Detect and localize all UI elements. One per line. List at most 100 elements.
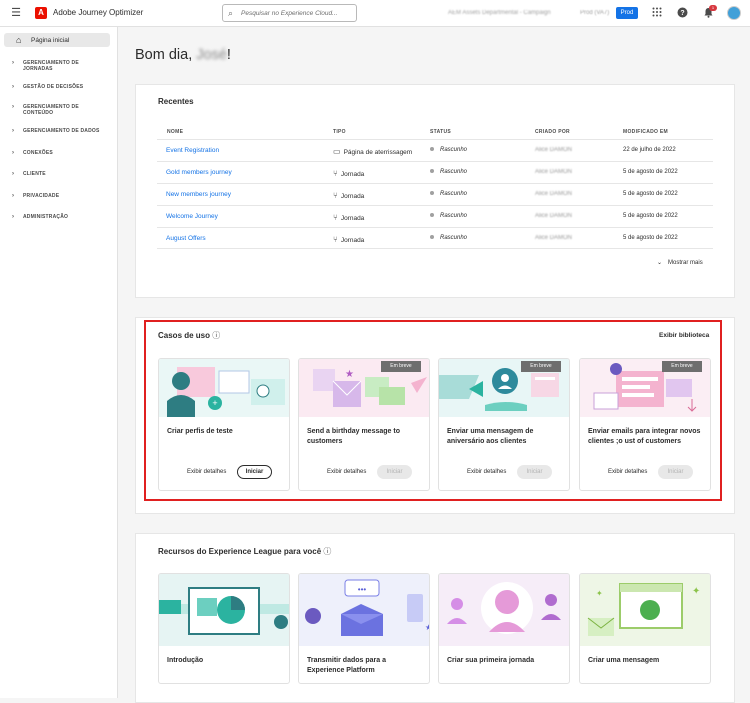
use-case-title: Enviar uma mensagem de aniversário aos c… [447,428,534,445]
greeting-suffix: ! [226,47,231,63]
svg-text:★: ★ [425,623,430,632]
search-input[interactable]: ⌕ Pesquisar no Experience Cloud... [222,4,357,22]
table-row[interactable]: August Offers ⑂ Jornada Rascunho Alice DA… [157,227,713,249]
greeting: Bom dia, José! [135,47,231,63]
view-details-link[interactable]: Exibir detalhes [187,469,226,475]
apps-grid-icon[interactable] [652,7,662,21]
resource-card[interactable]: ✦ ✦ Criar uma mensagem [579,573,711,684]
chevron-right-icon: › [12,150,15,156]
status-dot-icon [430,191,434,196]
item-type-label: Jornada [340,237,365,244]
item-modified: 5 de agosto de 2022 [623,235,678,241]
column-header-created-by[interactable]: CRIADO POR [535,129,570,135]
greeting-prefix: Bom dia, [135,47,197,63]
item-name-link[interactable]: Welcome Journey [166,213,218,220]
view-details-link[interactable]: Exibir detalhes [608,469,647,475]
use-cases-title: Casos de uso ⓘ [158,330,220,341]
app-title[interactable]: Adobe Journey Optimizer [53,8,143,17]
item-type: ▭ Página de aterrissagem [333,147,412,156]
item-type: ⑂ Jornada [333,191,364,200]
view-details-link[interactable]: Exibir detalhes [327,469,366,475]
coming-soon-badge: Em breve [662,361,702,372]
item-status: Rascunho [430,169,467,175]
resource-title: Introdução [167,657,204,664]
item-name-link[interactable]: Gold members journey [166,169,232,176]
item-status: Rascunho [430,147,467,153]
user-avatar[interactable] [727,6,741,20]
svg-text:+: + [212,398,217,408]
item-name-link[interactable]: August Offers [166,235,206,242]
user-name: José [196,47,227,63]
journey-icon: ⑂ [333,191,338,200]
chevron-right-icon: › [12,104,15,110]
item-modified: 5 de agosto de 2022 [623,191,678,197]
home-icon: ⌂ [16,35,22,45]
landing-page-icon: ▭ [333,147,341,156]
sidebar-item-home[interactable]: ⌂ Página inicial [4,33,110,47]
svg-text:✦: ✦ [596,589,603,598]
column-header-type[interactable]: TIPO [333,129,346,135]
use-case-card[interactable]: Em breve Enviar uma mensagem de aniversá… [438,358,570,491]
view-library-link[interactable]: Exibir biblioteca [659,332,709,339]
use-case-title: Criar perfis de teste [167,428,233,435]
resource-card[interactable]: ••• ★ Transmitir dados para a Experience … [298,573,430,684]
item-type: ⑂ Jornada [333,235,364,244]
info-icon[interactable]: ⓘ [212,331,220,340]
resource-illustration: ••• ★ [299,574,430,646]
item-status: Rascunho [430,213,467,219]
start-button[interactable]: Iniciar [237,465,272,479]
item-name-link[interactable]: Event Registration [166,147,219,154]
resource-card[interactable]: Criar sua primeira jornada [438,573,570,684]
svg-text:★: ★ [345,369,354,380]
coming-soon-badge: Em breve [381,361,421,372]
column-header-modified[interactable]: MODIFICADO EM [623,129,668,135]
sidebar-item-label: PRIVACIDADE [23,193,60,199]
view-details-link[interactable]: Exibir detalhes [467,469,506,475]
table-row[interactable]: New members journey ⑂ Jornada Rascunho Al… [157,183,713,205]
item-type-label: Jornada [340,171,365,178]
use-case-title: Send a birthday message to customers [307,428,400,445]
search-placeholder: Pesquisar no Experience Cloud... [241,10,338,17]
item-status-label: Rascunho [440,169,468,175]
chevron-right-icon: › [12,171,15,177]
item-name-link[interactable]: New members journey [166,191,231,198]
sidebar-item-label: GERENCIAMENTO DE JORNADAS [23,60,79,72]
table-row[interactable]: Event Registration ▭ Página de aterrissag… [157,139,713,161]
info-icon[interactable]: ⓘ [323,547,331,556]
table-row[interactable]: Gold members journey ⑂ Jornada Rascunho A… [157,161,713,183]
resource-illustration [159,574,289,646]
search-icon: ⌕ [228,8,234,18]
menu-icon[interactable]: ☰ [8,6,24,21]
env-badge[interactable]: Prod [616,7,638,19]
start-button[interactable]: Iniciar [658,465,693,479]
item-created-by: Alice DAMON [535,147,573,153]
resource-title: Transmitir dados para a Experience Platf… [307,657,386,674]
use-case-title: Enviar emails para integrar novos client… [588,428,701,445]
table-row[interactable]: Welcome Journey ⑂ Jornada Rascunho Alice … [157,205,713,227]
column-header-status[interactable]: STATUS [430,129,451,135]
column-header-name[interactable]: NOME [167,129,183,135]
item-modified: 5 de agosto de 2022 [623,213,678,219]
help-icon[interactable]: ? [677,7,688,22]
item-type-label: Jornada [340,193,365,200]
coming-soon-badge: Em breve [521,361,561,372]
use-case-card[interactable]: + Criar perfis de teste Exibir detalhes … [158,358,290,491]
show-more-button[interactable]: ⌄ Mostrar mais [657,259,703,266]
use-case-card[interactable]: Em breve Enviar emails para integrar nov… [579,358,711,491]
sidebar-item-label: GERENCIAMENTO DE DADOS [23,128,100,134]
item-type-label: Página de aterrissagem [343,149,413,156]
use-case-card[interactable]: ★ Em breve Send a birthday message to cu… [298,358,430,491]
item-status: Rascunho [430,235,467,241]
start-button[interactable]: Iniciar [377,465,412,479]
org-switcher[interactable]: AEM Assets Departmental - Campaign [448,10,551,16]
svg-text:?: ? [680,10,684,17]
start-button[interactable]: Iniciar [517,465,552,479]
chevron-right-icon: › [12,214,15,220]
show-more-label: Mostrar mais [668,260,703,266]
resource-illustration [439,574,569,646]
resource-card[interactable]: Introdução [158,573,290,684]
use-case-illustration: + [159,359,289,417]
item-status-label: Rascunho [440,147,468,153]
resources-title-text: Recursos do Experience League para você [158,547,322,556]
adobe-logo[interactable]: A [35,7,47,19]
